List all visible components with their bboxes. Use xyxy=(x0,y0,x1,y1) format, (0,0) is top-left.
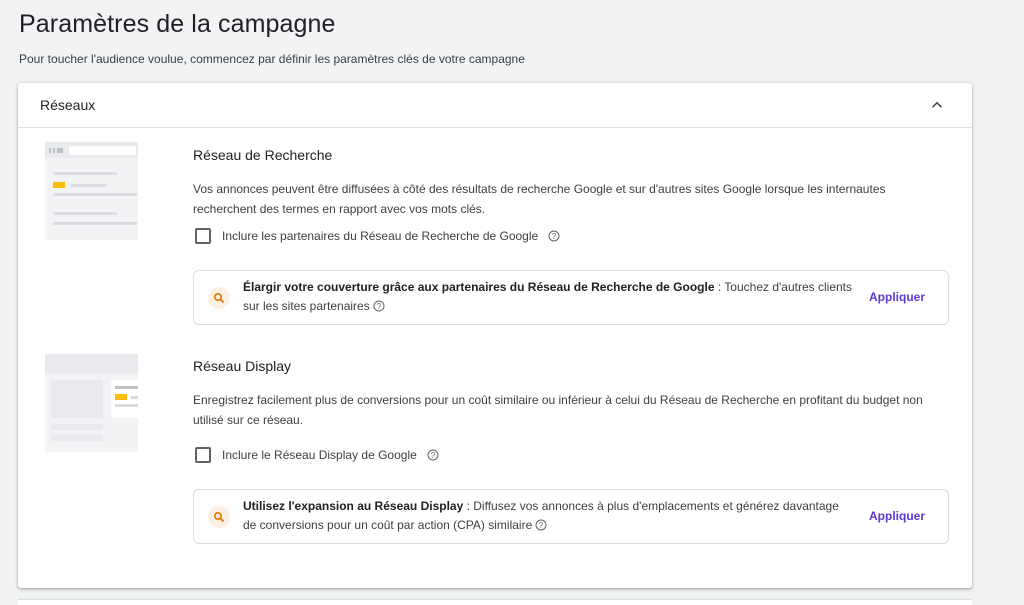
search-partners-recommendation: Élargir votre couverture grâce aux parte… xyxy=(193,270,949,325)
search-partners-checkbox[interactable] xyxy=(195,228,211,244)
next-card-edge xyxy=(18,600,972,605)
page-title: Paramètres de la campagne xyxy=(19,10,336,38)
help-icon[interactable]: ? xyxy=(373,300,385,312)
display-expansion-recommendation: Utilisez l'expansion au Réseau Display :… xyxy=(193,489,949,544)
display-network-checkbox[interactable] xyxy=(195,447,211,463)
search-icon xyxy=(208,506,230,528)
page-subtitle: Pour toucher l'audience voulue, commence… xyxy=(19,52,525,66)
recommendation-bold-text: Utilisez l'expansion au Réseau Display xyxy=(243,499,464,513)
search-network-description: Vos annonces peuvent être diffusées à cô… xyxy=(193,182,886,216)
apply-display-expansion-button[interactable]: Appliquer xyxy=(869,509,925,523)
display-network-checkbox-row[interactable]: Inclure le Réseau Display de Google ? xyxy=(195,447,439,463)
display-expansion-recommendation-text: Utilisez l'expansion au Réseau Display :… xyxy=(243,497,853,535)
svg-text:?: ? xyxy=(552,232,557,241)
search-partners-checkbox-row[interactable]: Inclure les partenaires du Réseau de Rec… xyxy=(195,228,560,244)
display-network-illustration xyxy=(45,354,159,452)
display-network-checkbox-label[interactable]: Inclure le Réseau Display de Google xyxy=(222,448,417,462)
chevron-up-icon[interactable] xyxy=(928,96,946,114)
apply-search-partners-button[interactable]: Appliquer xyxy=(869,290,925,304)
search-partners-checkbox-label[interactable]: Inclure les partenaires du Réseau de Rec… xyxy=(222,229,538,243)
networks-card-header[interactable]: Réseaux xyxy=(18,83,972,128)
svg-text:?: ? xyxy=(431,451,436,460)
display-network-description: Enregistrez facilement plus de conversio… xyxy=(193,393,923,427)
svg-text:?: ? xyxy=(377,302,382,311)
svg-text:?: ? xyxy=(539,521,544,530)
search-icon xyxy=(208,287,230,309)
help-icon[interactable]: ? xyxy=(427,449,439,461)
display-network-title: Réseau Display xyxy=(193,358,292,374)
search-network-illustration xyxy=(45,142,138,240)
search-partners-recommendation-text: Élargir votre couverture grâce aux parte… xyxy=(243,278,853,316)
networks-card-title: Réseaux xyxy=(40,97,96,113)
networks-card: Réseaux Réseau de Recherche Vos annonces… xyxy=(18,83,972,588)
recommendation-bold-text: Élargir votre couverture grâce aux parte… xyxy=(243,280,715,294)
search-network-title: Réseau de Recherche xyxy=(193,147,333,163)
help-icon[interactable]: ? xyxy=(535,519,547,531)
help-icon[interactable]: ? xyxy=(548,230,560,242)
